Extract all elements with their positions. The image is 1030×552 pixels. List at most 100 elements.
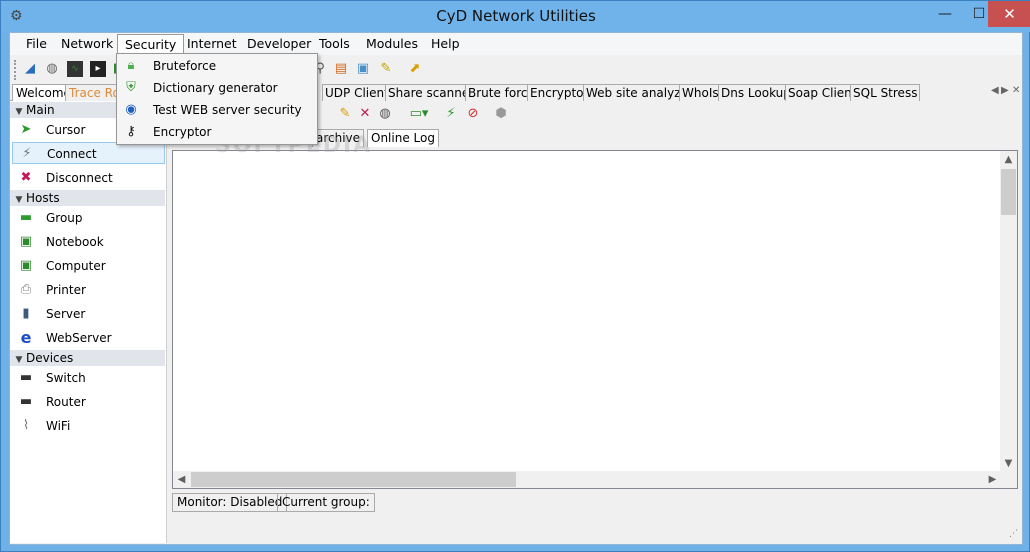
globe-icon: ◉ bbox=[125, 102, 137, 117]
tab-online-log[interactable]: Online Log bbox=[367, 129, 439, 147]
group-title: Hosts bbox=[26, 191, 60, 205]
terminal-icon[interactable]: ▸ bbox=[90, 61, 106, 77]
sidebar-item-label: Switch bbox=[46, 371, 86, 385]
sidebar-item-server[interactable]: ▮ Server bbox=[12, 303, 165, 325]
sidebar-item-label: Server bbox=[46, 307, 86, 321]
menu-item-label: Dictionary generator bbox=[153, 81, 278, 95]
shield-icon: ⛨ bbox=[126, 80, 136, 95]
title-bar[interactable]: ⚙ CyD Network Utilities — ☐ ✕ bbox=[1, 1, 1030, 32]
group-title: Devices bbox=[26, 351, 74, 365]
screen-icon[interactable]: ▣ bbox=[355, 61, 371, 77]
sidebar-item-router[interactable]: ▬ Router bbox=[12, 391, 165, 413]
vertical-scrollbar[interactable]: ▲ ▼ bbox=[1000, 151, 1017, 472]
chart-icon[interactable]: ◢ bbox=[22, 61, 38, 77]
sidebar-item-group[interactable]: ▬ Group bbox=[12, 207, 165, 229]
globe-icon[interactable]: ◍ bbox=[377, 106, 393, 122]
export-icon[interactable]: ⬈ bbox=[407, 61, 423, 77]
sidebar-item-label: Computer bbox=[46, 259, 106, 273]
tab-udp-client[interactable]: UDP Client bbox=[322, 84, 392, 101]
sidebar-item-printer[interactable]: ⎙ Printer bbox=[12, 279, 165, 301]
horizontal-scrollbar[interactable]: ◀ ▶ bbox=[173, 471, 1001, 488]
tab-soap-client[interactable]: Soap Client bbox=[785, 84, 860, 101]
notes-icon[interactable]: ✎ bbox=[378, 61, 394, 77]
group-title: Main bbox=[26, 103, 55, 117]
sidebar-item-notebook[interactable]: ▣ Notebook bbox=[12, 231, 165, 253]
sidebar-item-computer[interactable]: ▣ Computer bbox=[12, 255, 165, 277]
start-icon[interactable]: ⚡ bbox=[443, 106, 459, 122]
monitor-icon[interactable]: ∿ bbox=[67, 61, 83, 77]
menu-item-test-web-server-security[interactable]: ◉ Test WEB server security bbox=[119, 99, 315, 121]
disconnect-icon: ✖ bbox=[20, 170, 32, 185]
group-header-hosts[interactable]: ▼ Hosts bbox=[10, 190, 165, 206]
close-button[interactable]: ✕ bbox=[988, 1, 1030, 27]
menu-help[interactable]: Help bbox=[424, 34, 467, 55]
tab-sql-stress[interactable]: SQL Stress bbox=[850, 84, 921, 101]
menu-internet[interactable]: Internet bbox=[180, 34, 244, 55]
monitor-status: Monitor: Disabled bbox=[172, 493, 288, 512]
sidebar-item-label: Notebook bbox=[46, 235, 104, 249]
menu-item-label: Encryptor bbox=[153, 125, 212, 139]
chevron-down-icon: ▼ bbox=[15, 355, 23, 365]
security-menu-dropdown: 🔒︎ Bruteforce ⛨ Dictionary generator ◉ T… bbox=[116, 53, 318, 145]
chevron-down-icon: ▼ bbox=[15, 195, 23, 205]
group-header-devices[interactable]: ▼ Devices bbox=[10, 350, 165, 366]
sidebar-item-label: Printer bbox=[46, 283, 86, 297]
sidebar-item-label: Cursor bbox=[46, 123, 86, 137]
menu-security[interactable]: Security bbox=[117, 34, 185, 55]
wifi-icon: ⌇ bbox=[22, 418, 30, 433]
tab-scroll-right-icon[interactable]: ▶ bbox=[1001, 85, 1009, 96]
horizontal-scroll-thumb[interactable] bbox=[191, 472, 516, 487]
scroll-up-icon[interactable]: ▲ bbox=[1000, 151, 1017, 168]
menu-item-bruteforce[interactable]: 🔒︎ Bruteforce bbox=[119, 55, 315, 77]
switch-icon: ▬ bbox=[19, 370, 33, 385]
sidebar-item-disconnect[interactable]: ✖ Disconnect bbox=[12, 167, 165, 189]
scroll-right-icon[interactable]: ▶ bbox=[984, 471, 1001, 488]
sidebar-item-label: Group bbox=[46, 211, 83, 225]
menu-file[interactable]: File bbox=[19, 34, 54, 55]
menu-item-label: Bruteforce bbox=[153, 59, 217, 73]
tab-dns-lookup[interactable]: Dns Lookup bbox=[718, 84, 794, 101]
cursor-icon: ➤ bbox=[20, 122, 32, 137]
vertical-scroll-thumb[interactable] bbox=[1001, 169, 1016, 215]
sidebar-item-label: Connect bbox=[47, 147, 97, 161]
resize-grip-icon[interactable]: ⋰ bbox=[1009, 529, 1018, 539]
tab-whois[interactable]: WhoIs bbox=[679, 84, 722, 101]
notebook-icon: ▣ bbox=[19, 234, 33, 249]
stop-icon[interactable]: ⊘ bbox=[465, 106, 481, 122]
globe-icon[interactable]: ◍ bbox=[44, 61, 60, 77]
tab-encryptor[interactable]: Encryptor bbox=[527, 84, 592, 101]
menu-network[interactable]: Network bbox=[54, 34, 120, 55]
menu-item-label: Test WEB server security bbox=[153, 103, 302, 117]
app-window: ⚙ CyD Network Utilities — ☐ ✕ File Netwo… bbox=[0, 0, 1030, 552]
log-panel[interactable]: ▲ ▼ ◀ ▶ bbox=[172, 150, 1018, 489]
scroll-left-icon[interactable]: ◀ bbox=[173, 471, 190, 488]
menu-item-encryptor[interactable]: ⚷ Encryptor bbox=[119, 121, 315, 143]
sidebar-item-switch[interactable]: ▬ Switch bbox=[12, 367, 165, 389]
tab-archive[interactable]: archive bbox=[312, 129, 365, 147]
sidebar-item-wifi[interactable]: ⌇ WiFi bbox=[12, 415, 165, 437]
tab-share-scanner[interactable]: Share scanner bbox=[385, 84, 478, 101]
menu-item-dictionary-generator[interactable]: ⛨ Dictionary generator bbox=[119, 77, 315, 99]
delete-icon[interactable]: ✕ bbox=[357, 106, 373, 122]
sidebar-item-label: WebServer bbox=[46, 331, 112, 345]
key-icon: ⚷ bbox=[126, 124, 136, 139]
view-dropdown-icon[interactable]: ▭▾ bbox=[407, 106, 431, 122]
sidebar: Welcome Trace Ro ▼ Main ➤ Cursor ⚡ Connec… bbox=[10, 83, 167, 543]
shield-disabled-icon: ⬢ bbox=[495, 106, 507, 121]
browser-icon: e bbox=[20, 328, 32, 347]
menu-tools[interactable]: Tools bbox=[312, 34, 357, 55]
menu-developer[interactable]: Developer bbox=[240, 34, 318, 55]
sidebar-item-label: WiFi bbox=[46, 419, 71, 433]
menu-bar: File Network Security Internet Developer… bbox=[10, 33, 1022, 55]
sidebar-item-connect[interactable]: ⚡ Connect bbox=[12, 142, 165, 164]
sidebar-item-webserver[interactable]: e WebServer bbox=[12, 327, 165, 349]
menu-modules[interactable]: Modules bbox=[359, 34, 425, 55]
tab-trace-route[interactable]: Trace Ro bbox=[65, 84, 124, 101]
tab-close-icon[interactable]: ✕ bbox=[1012, 85, 1020, 96]
printer-icon: ⎙ bbox=[20, 282, 32, 297]
toolbar-grip[interactable] bbox=[14, 60, 17, 80]
edit-icon[interactable]: ✎ bbox=[337, 106, 353, 122]
scroll-down-icon[interactable]: ▼ bbox=[1000, 455, 1017, 472]
package-icon[interactable]: ▤ bbox=[333, 61, 349, 77]
tab-scroll-left-icon[interactable]: ◀ bbox=[991, 85, 999, 96]
